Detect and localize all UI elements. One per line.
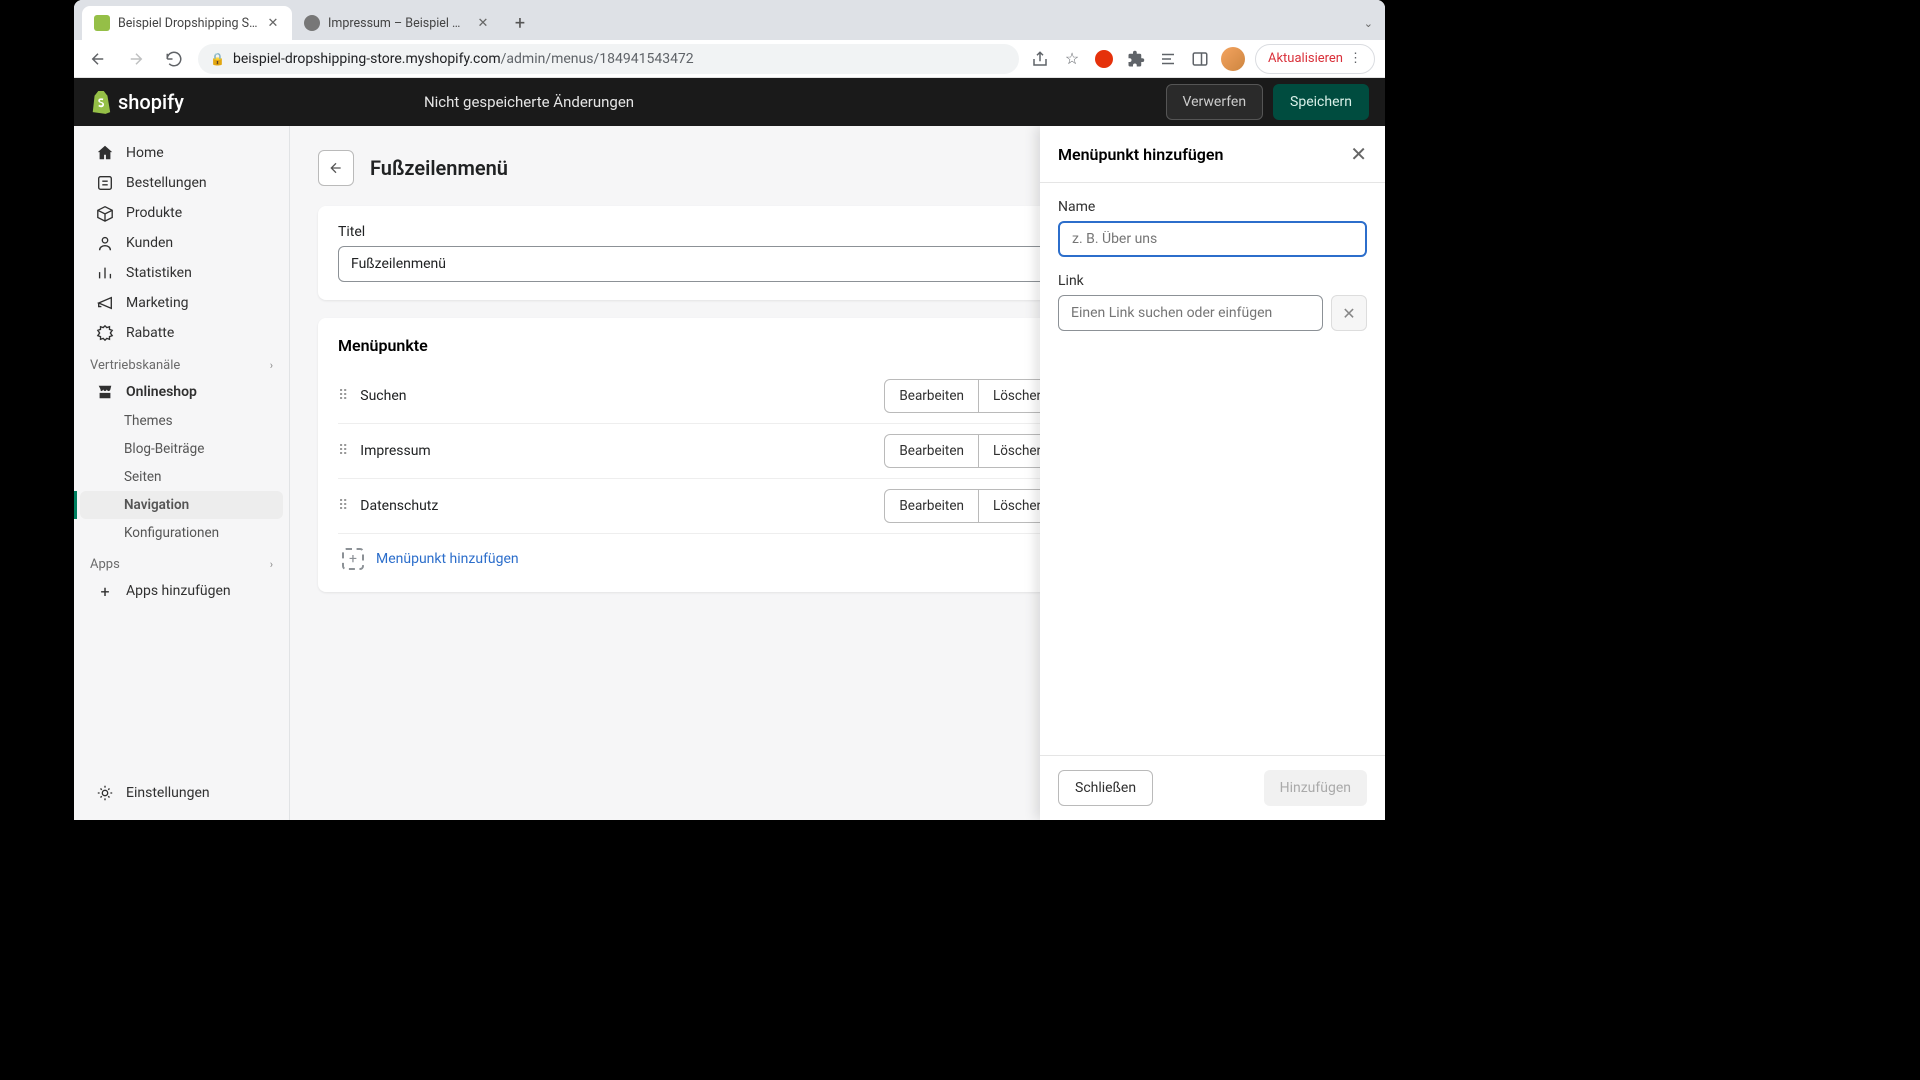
panel-icon[interactable] bbox=[1189, 48, 1211, 70]
menu-item-row: ⠿ Datenschutz BearbeitenLöschen bbox=[338, 479, 1059, 534]
menu-item-name: Impressum bbox=[360, 443, 872, 459]
logo-text: shopify bbox=[118, 90, 184, 114]
app-header: shopify Nicht gespeicherte Änderungen Ve… bbox=[74, 78, 1385, 126]
menuitems-heading: Menüpunkte bbox=[338, 336, 1059, 355]
browser-tab-1[interactable]: Beispiel Dropshipping Store · F ✕ bbox=[82, 6, 292, 40]
reload-icon[interactable] bbox=[160, 45, 188, 73]
tab-title: Beispiel Dropshipping Store · F bbox=[118, 16, 258, 31]
chevron-right-icon: › bbox=[270, 359, 273, 372]
sidebar-item-home[interactable]: Home bbox=[80, 138, 283, 168]
sidebar-item-onlineshop[interactable]: Onlineshop bbox=[80, 377, 283, 407]
address-bar[interactable]: 🔒 beispiel-dropshipping-store.myshopify.… bbox=[198, 44, 1019, 74]
edit-button[interactable]: Bearbeiten bbox=[884, 434, 979, 468]
plus-icon: + bbox=[96, 582, 114, 600]
sidebar-add-apps[interactable]: +Apps hinzufügen bbox=[80, 576, 283, 606]
update-button[interactable]: Aktualisieren bbox=[1255, 44, 1375, 74]
close-icon[interactable]: ✕ bbox=[476, 16, 490, 30]
sidebar-sub-config[interactable]: Konfigurationen bbox=[80, 519, 283, 547]
page-title: Fußzeilenmenü bbox=[370, 156, 508, 180]
menu-item-row: ⠿ Impressum BearbeitenLöschen bbox=[338, 424, 1059, 479]
sidebar-item-marketing[interactable]: Marketing bbox=[80, 288, 283, 318]
sidebar-item-orders[interactable]: Bestellungen bbox=[80, 168, 283, 198]
list-icon[interactable] bbox=[1157, 48, 1179, 70]
add-menu-item-button[interactable]: + Menüpunkt hinzufügen bbox=[338, 534, 1059, 574]
extension-icon[interactable] bbox=[1093, 48, 1115, 70]
tabs-overflow-icon[interactable]: ⌄ bbox=[1364, 17, 1373, 30]
title-label: Titel bbox=[338, 224, 1059, 240]
add-button[interactable]: Hinzufügen bbox=[1264, 770, 1367, 806]
lock-icon: 🔒 bbox=[210, 52, 225, 66]
name-input[interactable] bbox=[1058, 221, 1367, 257]
favicon-icon bbox=[304, 15, 320, 31]
menu-item-row: ⠿ Suchen BearbeitenLöschen bbox=[338, 369, 1059, 424]
profile-avatar[interactable] bbox=[1221, 47, 1245, 71]
sidebar-sub-blog[interactable]: Blog-Beiträge bbox=[80, 435, 283, 463]
sidebar-sub-navigation[interactable]: Navigation bbox=[80, 491, 283, 519]
sidebar: Home Bestellungen Produkte Kunden Statis… bbox=[74, 126, 290, 820]
menu-item-name: Datenschutz bbox=[360, 498, 872, 514]
drag-handle-icon[interactable]: ⠿ bbox=[338, 498, 348, 514]
sidebar-sub-themes[interactable]: Themes bbox=[80, 407, 283, 435]
plus-dashed-icon: + bbox=[342, 548, 364, 570]
url-host: beispiel-dropshipping-store.myshopify.co… bbox=[233, 51, 694, 67]
link-input[interactable] bbox=[1058, 295, 1323, 331]
tab-title: Impressum – Beispiel Dropship bbox=[328, 16, 468, 31]
back-button[interactable] bbox=[318, 150, 354, 186]
browser-tab-2[interactable]: Impressum – Beispiel Dropship ✕ bbox=[292, 6, 502, 40]
discard-button[interactable]: Verwerfen bbox=[1166, 84, 1264, 120]
forward-icon[interactable] bbox=[122, 45, 150, 73]
add-menuitem-panel: Menüpunkt hinzufügen ✕ Name Link ✕ Schli… bbox=[1040, 126, 1385, 820]
save-button[interactable]: Speichern bbox=[1273, 84, 1369, 120]
favicon-icon bbox=[94, 15, 110, 31]
close-icon[interactable]: ✕ bbox=[1350, 142, 1367, 166]
close-icon[interactable]: ✕ bbox=[266, 16, 280, 30]
chevron-right-icon: › bbox=[270, 558, 273, 571]
name-label: Name bbox=[1058, 199, 1367, 215]
unsaved-changes-label: Nicht gespeicherte Änderungen bbox=[424, 93, 634, 111]
bookmark-icon[interactable]: ☆ bbox=[1061, 48, 1083, 70]
close-button[interactable]: Schließen bbox=[1058, 770, 1153, 806]
browser-tab-strip: Beispiel Dropshipping Store · F ✕ Impres… bbox=[74, 0, 1385, 40]
back-icon[interactable] bbox=[84, 45, 112, 73]
new-tab-button[interactable]: + bbox=[506, 9, 534, 37]
link-label: Link bbox=[1058, 273, 1367, 289]
edit-button[interactable]: Bearbeiten bbox=[884, 489, 979, 523]
shopify-logo[interactable]: shopify bbox=[90, 90, 184, 114]
sidebar-section-channels[interactable]: Vertriebskanäle› bbox=[74, 348, 289, 377]
puzzle-icon[interactable] bbox=[1125, 48, 1147, 70]
sidebar-item-customers[interactable]: Kunden bbox=[80, 228, 283, 258]
sidebar-sub-pages[interactable]: Seiten bbox=[80, 463, 283, 491]
title-input[interactable] bbox=[338, 246, 1059, 282]
sidebar-section-apps[interactable]: Apps› bbox=[74, 547, 289, 576]
sidebar-item-products[interactable]: Produkte bbox=[80, 198, 283, 228]
panel-title: Menüpunkt hinzufügen bbox=[1058, 145, 1223, 164]
clear-link-button[interactable]: ✕ bbox=[1331, 295, 1367, 331]
sidebar-item-discounts[interactable]: Rabatte bbox=[80, 318, 283, 348]
menuitems-card: Menüpunkte ⠿ Suchen BearbeitenLöschen ⠿ … bbox=[318, 318, 1079, 592]
drag-handle-icon[interactable]: ⠿ bbox=[338, 443, 348, 459]
sidebar-settings[interactable]: Einstellungen bbox=[80, 778, 283, 808]
share-icon[interactable] bbox=[1029, 48, 1051, 70]
title-card: Titel bbox=[318, 206, 1079, 300]
sidebar-item-analytics[interactable]: Statistiken bbox=[80, 258, 283, 288]
menu-item-name: Suchen bbox=[360, 388, 872, 404]
browser-toolbar: 🔒 beispiel-dropshipping-store.myshopify.… bbox=[74, 40, 1385, 78]
drag-handle-icon[interactable]: ⠿ bbox=[338, 388, 348, 404]
edit-button[interactable]: Bearbeiten bbox=[884, 379, 979, 413]
